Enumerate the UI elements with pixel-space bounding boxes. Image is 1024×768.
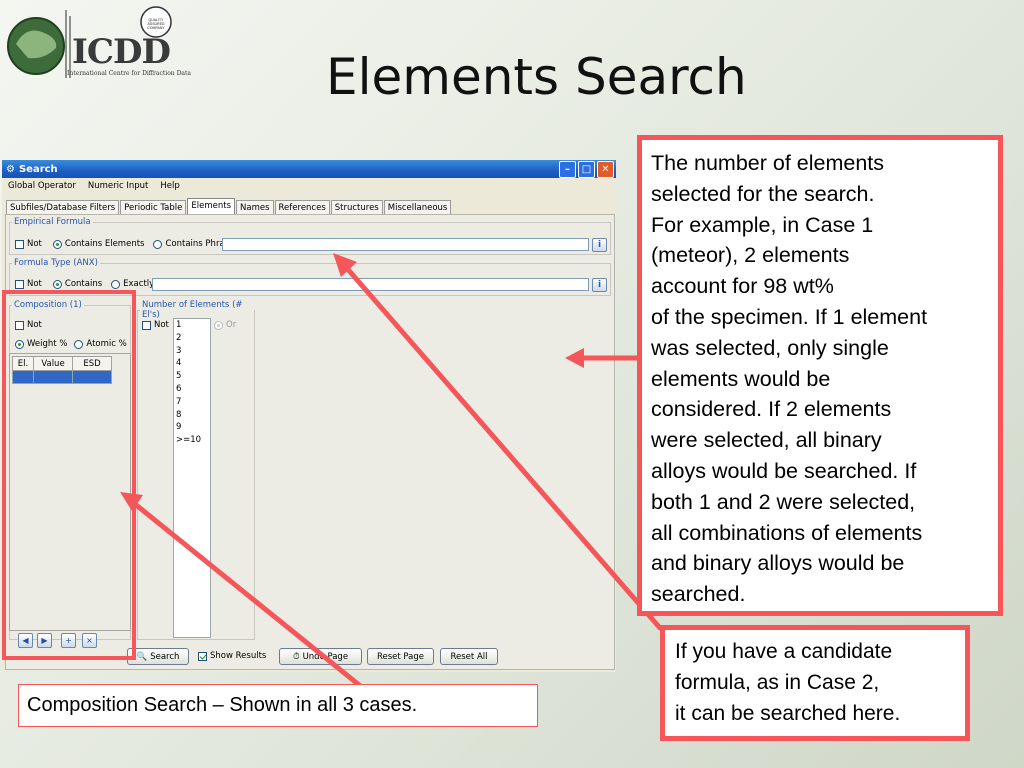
or-label: Or	[226, 320, 237, 330]
formula-info-icon[interactable]: i	[592, 278, 607, 292]
undo-icon: ⏱	[292, 651, 300, 662]
show-results-label: Show Results	[210, 651, 267, 661]
tab-subfiles[interactable]: Subfiles/Database Filters	[6, 200, 120, 215]
or-radio[interactable]	[214, 320, 223, 330]
callout-line: was selected, only single	[651, 335, 889, 360]
formula-type-legend: Formula Type (ANX)	[14, 258, 98, 268]
window-title: Search	[18, 163, 58, 175]
callout-line: all combinations of elements	[651, 520, 923, 545]
reset-all-button[interactable]: Reset All	[440, 648, 498, 665]
search-app-icon: ⚙	[6, 163, 15, 175]
elements-count-callout: The number of elements selected for the …	[637, 135, 1003, 616]
menu-help[interactable]: Help	[160, 181, 179, 191]
tab-miscellaneous[interactable]: Miscellaneous	[383, 200, 452, 215]
callout-line: The number of elements	[651, 151, 885, 175]
formula-callout: If you have a candidate formula, as in C…	[660, 625, 970, 741]
list-item[interactable]: 3	[174, 345, 210, 358]
composition-highlight-frame	[2, 290, 136, 660]
list-item[interactable]: 1	[174, 319, 210, 332]
callout-line: both 1 and 2 were selected,	[651, 489, 916, 514]
list-item[interactable]: 8	[174, 409, 210, 422]
menu-numeric-input[interactable]: Numeric Input	[88, 181, 149, 191]
list-item[interactable]: 9	[174, 421, 210, 434]
reset-page-button[interactable]: Reset Page	[367, 648, 434, 665]
formula-exactly-label: Exactly	[123, 279, 155, 289]
formula-not-label: Not	[27, 279, 42, 289]
number-of-elements-list[interactable]: 1 2 3 4 5 6 7 8 9 >=10	[173, 318, 211, 638]
tab-references[interactable]: References	[274, 200, 330, 215]
window-titlebar: ⚙ Search – □ ✕	[2, 160, 616, 178]
list-item[interactable]: >=10	[174, 434, 210, 447]
formula-contains-label: Contains	[64, 279, 103, 289]
number-of-elements-legend: Number of Elements (# El's)	[142, 300, 243, 320]
contains-elements-label: Contains Elements	[64, 239, 145, 249]
empirical-formula-input[interactable]	[222, 238, 589, 251]
callout-line: alloys would be searched. If	[651, 458, 917, 483]
callout-line: elements would be	[651, 366, 831, 391]
tab-names[interactable]: Names	[236, 200, 274, 215]
formula-contains-radio[interactable]	[52, 279, 62, 289]
search-button-label: Search	[150, 651, 180, 662]
logo-subtitle: International Centre for Diffraction Dat…	[67, 70, 191, 77]
menu-global-operator[interactable]: Global Operator	[8, 181, 76, 191]
slide-title: Elements Search	[326, 48, 747, 106]
callout-line: (meteor), 2 elements	[651, 243, 850, 268]
formula-not-checkbox[interactable]	[15, 279, 24, 289]
callout-line: selected for the search.	[651, 181, 875, 206]
tab-structures[interactable]: Structures	[330, 200, 383, 215]
close-button[interactable]: ✕	[597, 161, 614, 178]
callout-line: For example, in Case 1	[651, 212, 874, 237]
search-button[interactable]: 🔍 Search	[127, 648, 189, 665]
composition-callout: Composition Search – Shown in all 3 case…	[18, 684, 538, 727]
list-item[interactable]: 7	[174, 396, 210, 409]
tab-periodic-table[interactable]: Periodic Table	[120, 200, 187, 215]
list-item[interactable]: 2	[174, 332, 210, 345]
icdd-logo: ICDD International Centre for Diffractio…	[4, 4, 204, 84]
list-item[interactable]: 6	[174, 383, 210, 396]
empirical-info-icon[interactable]: i	[592, 238, 607, 252]
undo-page-button[interactable]: ⏱ Undo Page	[279, 648, 362, 665]
empirical-formula-legend: Empirical Formula	[14, 217, 91, 227]
callout-line: considered. If 2 elements	[651, 397, 892, 422]
menu-bar: Global Operator Numeric Input Help	[2, 178, 616, 194]
maximize-button[interactable]: □	[578, 161, 595, 178]
num-elements-not-label: Not	[154, 320, 169, 330]
empirical-not-checkbox[interactable]	[15, 239, 24, 249]
tab-strip: Subfiles/Database Filters Periodic Table…	[6, 198, 452, 215]
reset-page-label: Reset Page	[376, 651, 425, 662]
formula-exactly-radio[interactable]	[111, 279, 121, 289]
callout-line: searched.	[651, 582, 746, 607]
show-results-checkbox[interactable]	[198, 651, 207, 661]
list-item[interactable]: 4	[174, 357, 210, 370]
callout-line: and binary alloys would be	[651, 551, 905, 576]
logo-text: ICDD	[72, 32, 171, 72]
callout-line: formula, as in Case 2,	[675, 671, 880, 694]
callout-line: of the specimen. If 1 element	[651, 304, 928, 329]
callout-line: account for 98 wt%	[651, 274, 834, 299]
callout-line: it can be searched here.	[675, 702, 901, 725]
callout-line: If you have a candidate	[675, 640, 893, 663]
contains-phrase-radio[interactable]	[153, 239, 163, 249]
quality-badge: QUALITY ASSURED COMPANY	[147, 18, 165, 30]
magnifier-icon: 🔍	[136, 651, 148, 662]
contains-elements-radio[interactable]	[52, 239, 62, 249]
reset-all-label: Reset All	[450, 651, 488, 662]
list-item[interactable]: 5	[174, 370, 210, 383]
callout-line: were selected, all binary	[651, 428, 882, 453]
tab-elements[interactable]: Elements	[187, 198, 236, 215]
empirical-not-label: Not	[27, 239, 42, 249]
undo-page-label: Undo Page	[302, 651, 349, 662]
formula-type-input[interactable]	[152, 278, 589, 291]
num-elements-not-checkbox[interactable]	[142, 320, 151, 330]
minimize-button[interactable]: –	[559, 161, 576, 178]
